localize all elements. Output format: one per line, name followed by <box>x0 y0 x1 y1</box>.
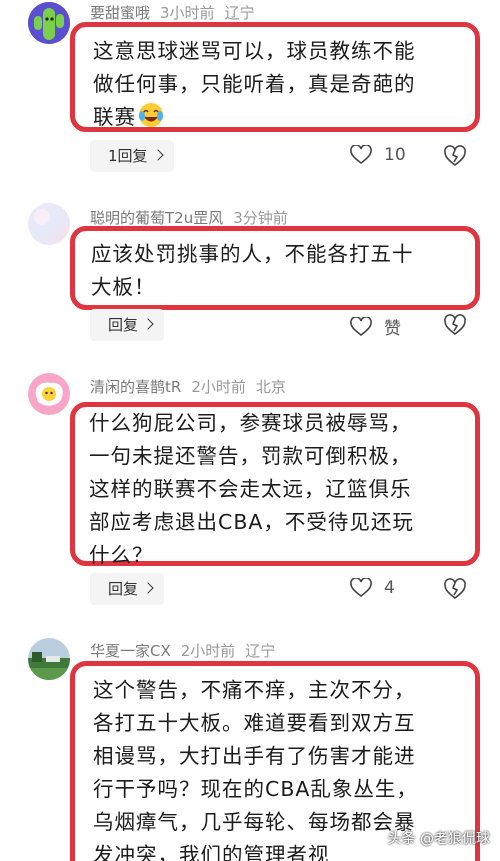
heart-icon <box>350 316 372 336</box>
comment-line: 这样的联赛不会走太远，辽篮俱乐 <box>89 477 412 501</box>
comment-meta: 要甜蜜哦 3小时前 辽宁 <box>90 2 255 23</box>
avatar[interactable] <box>28 373 70 415</box>
like-label: 赞 <box>384 319 401 339</box>
chevron-right-icon <box>142 318 154 330</box>
username[interactable]: 聪明的葡萄T2u罡风 <box>90 209 223 227</box>
watermark: 头条 @老狼侃球 <box>387 831 490 847</box>
reply-label: 回复 <box>108 316 139 334</box>
reply-button[interactable]: 1回复 <box>90 140 174 172</box>
comment-meta: 聪明的葡萄T2u罡风 3分钟前 <box>90 207 298 228</box>
location: 辽宁 <box>245 642 276 660</box>
location: 北京 <box>255 378 286 396</box>
like-button[interactable]: 4 <box>350 578 395 598</box>
like-count: 4 <box>384 578 395 598</box>
highlighted-comment-text: 应该处罚挑事的人，不能各打五十 大板！ <box>70 226 480 310</box>
username[interactable]: 要甜蜜哦 <box>90 4 150 22</box>
heart-icon <box>350 578 372 598</box>
reply-button[interactable]: 回复 <box>90 573 165 605</box>
comment-line: 联赛 <box>93 101 475 138</box>
landscape-photo-avatar-icon <box>28 638 70 680</box>
dislike-button[interactable] <box>443 145 467 171</box>
location: 辽宁 <box>224 4 255 22</box>
broken-heart-icon <box>444 145 466 167</box>
reply-label: 1回复 <box>108 147 148 165</box>
broken-heart-icon <box>444 314 466 336</box>
highlighted-comment-text: 什么狗屁公司，参赛球员被辱骂， 一句未提还警告，罚款可倒积极， 这样的联赛不会走… <box>70 402 480 567</box>
like-button[interactable]: 赞 <box>350 314 401 339</box>
comment-line: 部应考虑退出CBA，不受待见还玩 <box>89 510 414 534</box>
broken-heart-icon <box>444 578 466 600</box>
comment-line: 这意思球迷骂可以，球员教练不能 <box>93 39 416 63</box>
green-cactus-avatar-icon <box>28 2 70 44</box>
comment-meta: 清闲的喜鹊tR 2小时前 北京 <box>90 376 286 397</box>
avatar[interactable] <box>28 203 70 245</box>
heart-icon <box>350 145 372 165</box>
comment-line: 一句未提还警告，罚款可倒积极， <box>89 444 412 468</box>
reply-label: 回复 <box>108 580 139 598</box>
highlighted-comment-text: 这意思球迷骂可以，球员教练不能 做任何事，只能听着，真是奇葩的 联赛 <box>70 22 480 132</box>
avatar[interactable] <box>28 638 70 680</box>
comment-meta: 华夏一家CX 2小时前 辽宁 <box>90 640 275 661</box>
comment-line: 这个警告，不痛不痒，主次不分， <box>93 678 416 702</box>
avatar[interactable] <box>28 2 70 44</box>
pastel-gradient-avatar-icon <box>28 203 70 245</box>
comment-line: 应该处罚挑事的人，不能各打五十 <box>91 242 414 266</box>
timestamp: 3分钟前 <box>233 209 288 227</box>
fried-egg-avatar-icon <box>28 373 70 415</box>
timestamp: 2小时前 <box>191 378 246 396</box>
timestamp: 3小时前 <box>160 4 215 22</box>
timestamp: 2小时前 <box>180 642 236 660</box>
dislike-button[interactable] <box>443 578 467 604</box>
comment-line: 什么狗屁公司，参赛球员被辱骂， <box>89 411 412 435</box>
comment-line: 相谩骂，大打出手有了伤害才能进 <box>93 744 416 768</box>
comment-line: 做任何事，只能听着，真是奇葩的 <box>93 72 416 96</box>
like-count: 10 <box>384 145 406 165</box>
laughing-crying-emoji-icon <box>138 102 164 138</box>
reply-button[interactable]: 回复 <box>90 309 165 341</box>
comment-line: 行干予吗？现在的CBA乱象丛生， <box>93 777 418 801</box>
comment-line: 大板！ <box>91 275 156 299</box>
username[interactable]: 清闲的喜鹊tR <box>90 378 181 396</box>
chevron-right-icon <box>151 149 164 161</box>
comment-line: 什么？ <box>89 543 154 567</box>
comment-line: 各打五十大板。难道要看到双方互 <box>93 711 416 735</box>
username[interactable]: 华夏一家CX <box>90 642 171 660</box>
like-button[interactable]: 10 <box>350 145 406 165</box>
chevron-right-icon <box>142 582 154 594</box>
dislike-button[interactable] <box>443 314 467 340</box>
